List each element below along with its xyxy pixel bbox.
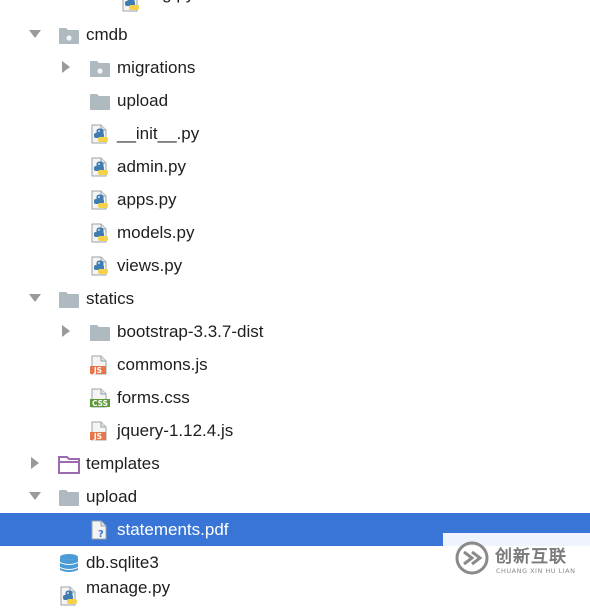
tree-row-label: bootstrap-3.3.7-dist [117,322,264,341]
python-file-icon [120,0,142,12]
javascript-file-icon: JS [89,355,111,375]
tree-row[interactable]: templates [0,447,590,480]
folder-icon [89,91,111,111]
unknown-file-icon: ? [89,520,111,540]
tree-row-label: upload [117,91,169,110]
collapse-arrow-icon[interactable] [28,456,42,470]
tree-row-label: jquery-1.12.4.js [117,421,234,440]
folder-icon [58,289,80,309]
collapse-arrow-icon[interactable] [59,324,73,338]
tree-row[interactable]: bootstrap-3.3.7-dist [0,315,590,348]
css-file-icon: CSS [89,388,111,408]
python-file-icon [58,586,80,606]
tree-row-label: ...g.py [148,0,194,18]
tree-row-label: statics [86,289,135,308]
python-file-icon [89,223,111,243]
folder-icon [58,487,80,507]
python-file-icon [89,124,111,144]
tree-row-label: forms.css [117,388,190,407]
watermark: 创新互联 CHUANG XIN HU LIAN [443,533,590,586]
package-folder-icon [89,58,111,78]
svg-text:CSS: CSS [92,399,108,408]
tree-row-label: models.py [117,223,195,242]
python-file-icon [89,157,111,177]
tree-row-label: statements.pdf [117,520,229,539]
watermark-subtext: CHUANG XIN HU LIAN [496,567,576,575]
tree-row[interactable]: JS jquery-1.12.4.js [0,414,590,447]
tree-row-label: commons.js [117,355,208,374]
tree-row[interactable]: __init__.py [0,117,590,150]
tree-row[interactable]: apps.py [0,183,590,216]
python-file-icon [89,190,111,210]
folder-icon [89,322,111,342]
expand-arrow-icon[interactable] [28,27,42,41]
expand-arrow-icon[interactable] [28,489,42,503]
svg-text:?: ? [98,529,104,540]
tree-row[interactable]: admin.py [0,150,590,183]
tree-row[interactable]: cmdb [0,18,590,51]
python-file-icon [89,256,111,276]
tree-row-label: cmdb [86,25,128,44]
tree-row-label: apps.py [117,190,177,209]
tree-row-label: db.sqlite3 [86,553,159,572]
tree-row[interactable]: upload [0,84,590,117]
collapse-arrow-icon[interactable] [59,60,73,74]
tree-row-label: views.py [117,256,183,275]
svg-text:JS: JS [93,432,102,441]
tree-row[interactable]: CSS forms.css [0,381,590,414]
javascript-file-icon: JS [89,421,111,441]
svg-text:JS: JS [93,366,102,375]
package-folder-icon [58,25,80,45]
database-icon [58,553,80,573]
tree-row[interactable]: ...g.py [0,0,590,18]
tree-row-label: upload [86,487,138,506]
tree-row-label: migrations [117,58,196,77]
tree-row-label: manage.py [86,578,171,597]
tree-row[interactable]: views.py [0,249,590,282]
tree-row[interactable]: models.py [0,216,590,249]
expand-arrow-icon[interactable] [28,291,42,305]
templates-folder-icon [58,454,80,474]
project-file-tree: ...g.py cmdb migrations upload __init__.pyad… [0,0,590,606]
tree-row-label: templates [86,454,160,473]
watermark-text: 创新互联 [495,547,567,567]
tree-row[interactable]: migrations [0,51,590,84]
tree-row-label: __init__.py [117,124,200,143]
tree-row[interactable]: upload [0,480,590,513]
tree-row-label: admin.py [117,157,186,176]
tree-row[interactable]: statics [0,282,590,315]
watermark-logo-icon [455,541,489,575]
tree-row[interactable]: JS commons.js [0,348,590,381]
